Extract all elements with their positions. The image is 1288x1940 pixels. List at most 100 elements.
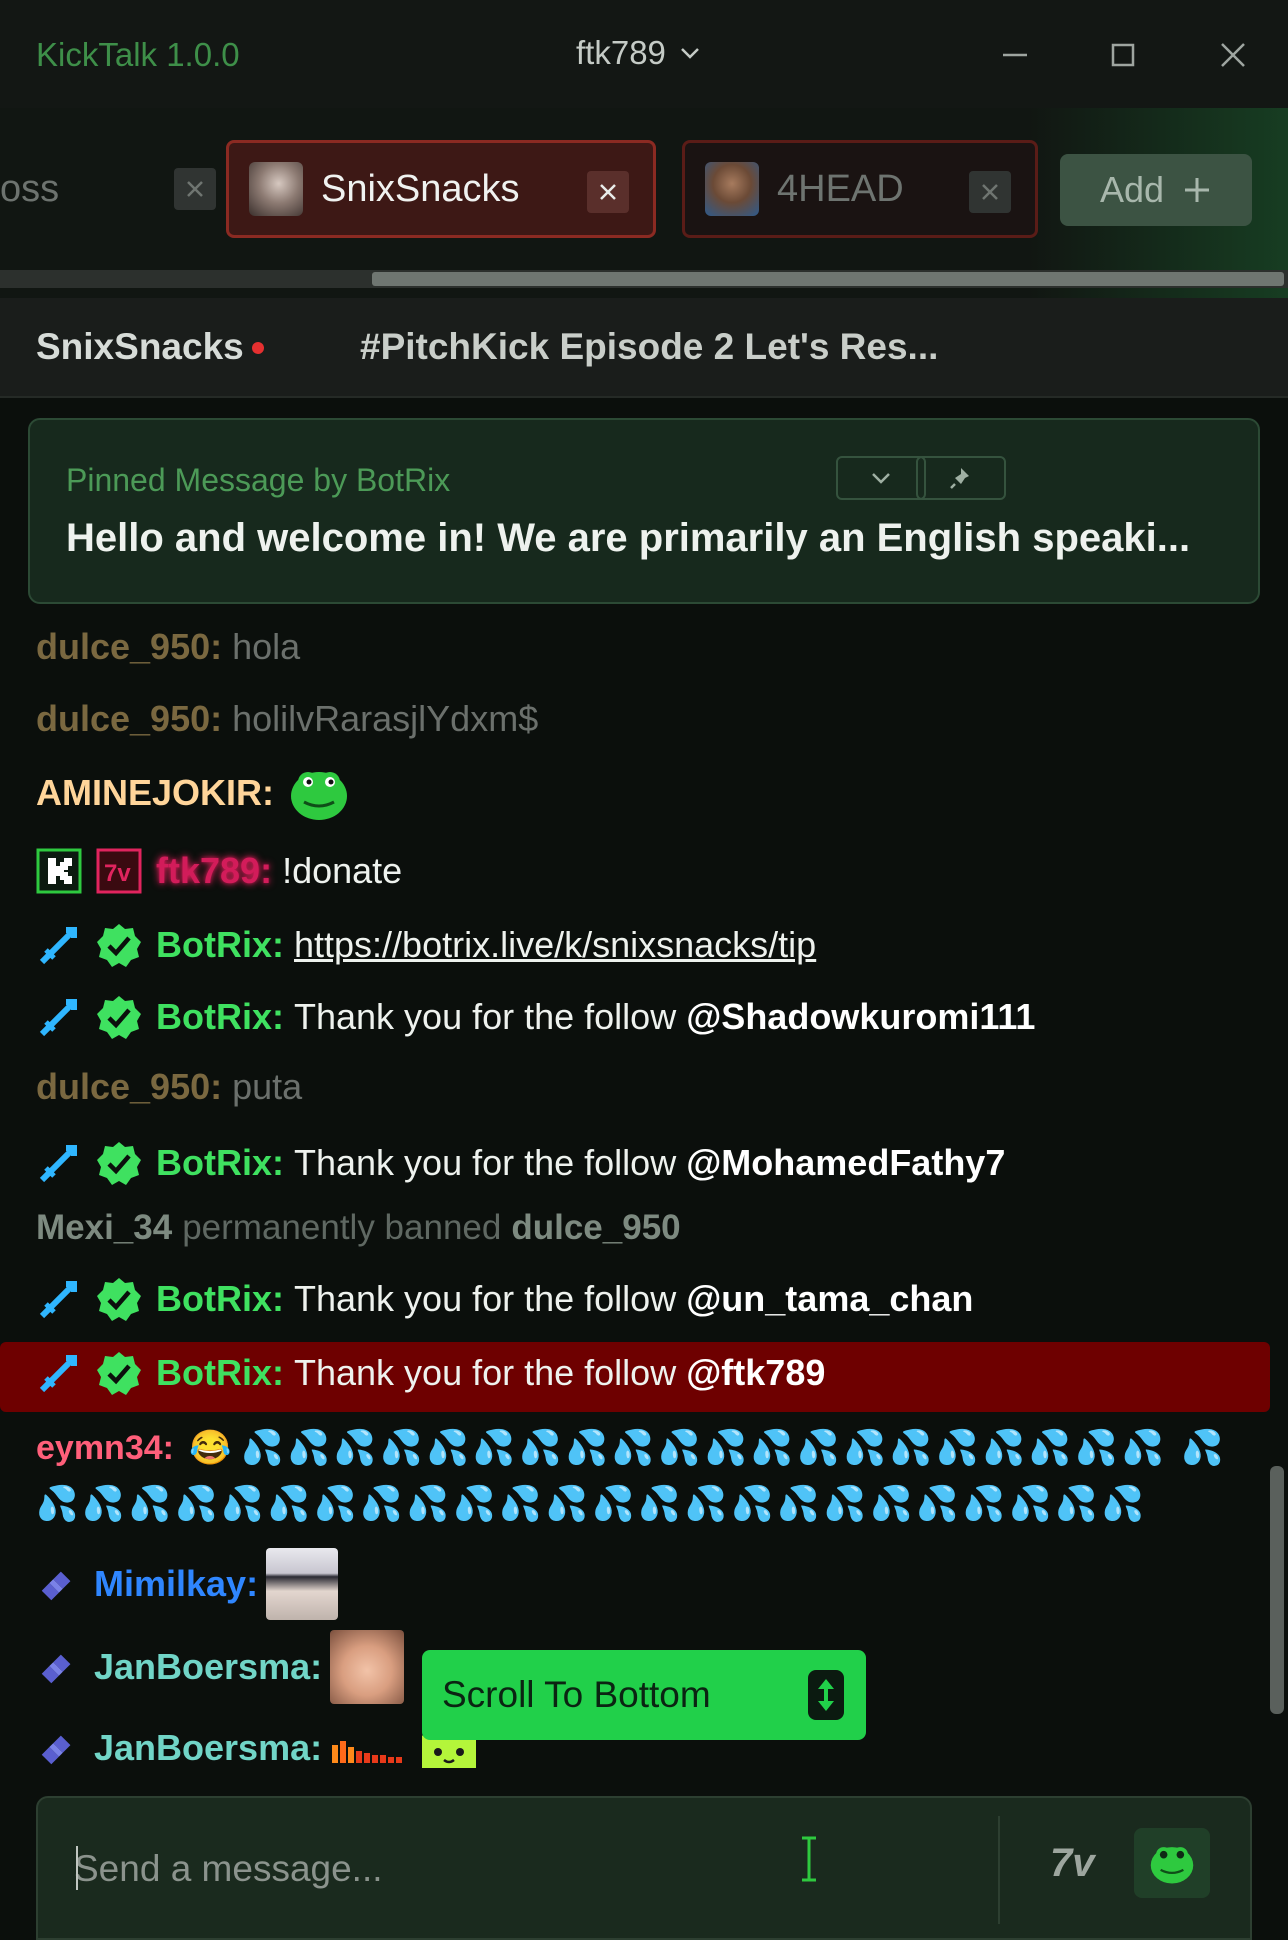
candy-icon [41, 1735, 71, 1765]
arrows-vertical-icon [808, 1670, 844, 1720]
mention[interactable]: @ftk789 [686, 1352, 825, 1394]
verified-badge [96, 994, 142, 1040]
tab-4head[interactable]: 4HEAD [682, 140, 1038, 238]
add-label: Add [1099, 169, 1165, 210]
sword-icon [39, 1355, 77, 1393]
username[interactable]: ftk789: [156, 850, 272, 892]
minimize-button[interactable] [990, 30, 1040, 80]
message-text: Thank you for the follow [294, 996, 687, 1037]
tab-close-button[interactable] [587, 171, 629, 213]
unpin-button[interactable] [916, 456, 1006, 500]
close-window-button[interactable] [1208, 30, 1258, 80]
message-link[interactable]: https://botrix.live/k/snixsnacks/tip [294, 924, 816, 966]
sub-badge [36, 1561, 80, 1607]
text-caret [76, 1846, 78, 1890]
tab-close-button[interactable] [969, 171, 1011, 213]
verified-check-icon [97, 924, 141, 967]
username[interactable]: JanBoersma: [94, 1727, 322, 1769]
sword-icon [39, 1281, 77, 1319]
banned-user[interactable]: dulce_950 [511, 1208, 680, 1248]
channel-tabs: oss SnixSnacks 4HEAD Add [0, 108, 1288, 298]
username[interactable]: AMINEJOKIR: [36, 772, 274, 814]
tab-label: 4HEAD [777, 167, 904, 210]
equalizer-emote-icon [332, 1741, 403, 1763]
chevron-down-icon [872, 473, 890, 484]
mention[interactable]: @Shadowkuromi111 [686, 996, 1035, 1038]
tab-snixsnacks[interactable]: SnixSnacks [226, 140, 656, 238]
close-icon [982, 184, 998, 200]
maximize-button[interactable] [1098, 30, 1148, 80]
7tv-icon: 7v [96, 848, 142, 894]
chat-message: dulce_950: puta [36, 1066, 302, 1108]
chat-messages[interactable]: dulce_950: hola dulce_950: holilvRarasjl… [0, 612, 1270, 1792]
chat-message: JanBoersma: [36, 1718, 484, 1778]
candy-icon [41, 1654, 71, 1684]
add-tab-button[interactable]: Add [1060, 154, 1252, 226]
live-indicator [252, 342, 264, 354]
title-bar: KickTalk 1.0.0 ftk789 [0, 0, 1288, 108]
close-icon [600, 184, 616, 200]
moderation-action: permanently banned [182, 1208, 502, 1247]
username[interactable]: BotRix: [156, 1352, 284, 1394]
moderator-badge [36, 1140, 82, 1186]
scroll-to-bottom-button[interactable]: Scroll To Bottom [422, 1650, 866, 1740]
candy-icon [41, 1571, 71, 1601]
username[interactable]: BotRix: [156, 996, 284, 1038]
minimize-icon [1003, 53, 1027, 57]
message-text: puta [232, 1066, 303, 1107]
verified-check-icon [97, 1352, 141, 1395]
pin-icon [950, 468, 969, 489]
sword-icon [39, 927, 77, 965]
message-text: !donate [282, 850, 403, 891]
mention[interactable]: @un_tama_chan [686, 1278, 973, 1320]
chat-message: AMINEJOKIR: [36, 764, 350, 822]
kick-emotes-button[interactable] [1134, 1828, 1210, 1898]
message-input[interactable] [74, 1842, 1014, 1896]
svg-text:7v: 7v [104, 860, 131, 887]
streamer-name[interactable]: SnixSnacks [36, 326, 244, 368]
username[interactable]: BotRix: [156, 1278, 284, 1320]
chat-message: dulce_950: hola [36, 626, 300, 668]
kick-badge [36, 848, 82, 894]
maximize-icon [1111, 43, 1135, 67]
chat-message: 7v ftk789: !donate [36, 848, 402, 894]
username[interactable]: dulce_950: [36, 698, 222, 740]
username[interactable]: eymn34: [36, 1429, 174, 1467]
chat-scrollbar[interactable] [1270, 1466, 1284, 1714]
laughing-face-emote-icon [330, 1630, 405, 1704]
pepe-emote-icon [291, 772, 348, 820]
chat-message: eymn34: 😂 💦💦💦💦💦💦💦💦💦💦💦💦💦💦💦💦💦💦💦💦 💦💦💦💦💦💦💦💦💦… [36, 1420, 1236, 1532]
username[interactable]: JanBoersma: [94, 1646, 322, 1688]
chat-message: BotRix: https://botrix.live/k/snixsnacks… [36, 922, 816, 968]
username[interactable]: dulce_950: [36, 1066, 222, 1108]
moderator-name[interactable]: Mexi_34 [36, 1208, 172, 1248]
stream-title: #PitchKick Episode 2 Let's Res... [360, 326, 939, 367]
mention[interactable]: @MohamedFathy7 [686, 1142, 1005, 1184]
avatar [705, 162, 759, 216]
verified-badge [96, 1140, 142, 1186]
username[interactable]: BotRix: [156, 1142, 284, 1184]
username[interactable]: dulce_950: [36, 626, 222, 668]
chat-message: BotRix: Thank you for the follow @un_tam… [36, 1276, 973, 1322]
tab-oss[interactable]: oss [0, 140, 216, 238]
gojo-emote-icon [266, 1548, 339, 1620]
user-selector[interactable]: ftk789 [576, 34, 702, 72]
tab-close-button[interactable] [174, 168, 216, 210]
username[interactable]: BotRix: [156, 924, 284, 966]
avatar [249, 162, 303, 216]
sub-badge [36, 1644, 80, 1690]
message-text: Thank you for the follow [294, 1142, 687, 1183]
moderation-message: Mexi_34 permanently banned dulce_950 [36, 1208, 681, 1248]
close-icon [1221, 43, 1245, 67]
message-text: Thank you for the follow [294, 1278, 687, 1319]
tabs-scrollbar-thumb[interactable] [372, 272, 1284, 286]
verified-check-icon [97, 996, 141, 1039]
svg-text:7v: 7v [1050, 1841, 1097, 1885]
message-text: holilvRarasjlYdxm$ [232, 698, 539, 739]
7tv-emotes-button[interactable]: 7v [1048, 1834, 1114, 1886]
sword-icon [39, 1145, 77, 1183]
username[interactable]: Mimilkay: [94, 1563, 258, 1605]
chat-message-highlighted: BotRix: Thank you for the follow @ftk789 [36, 1350, 825, 1396]
expand-pinned-button[interactable] [836, 456, 926, 500]
tab-label: oss [0, 167, 60, 210]
